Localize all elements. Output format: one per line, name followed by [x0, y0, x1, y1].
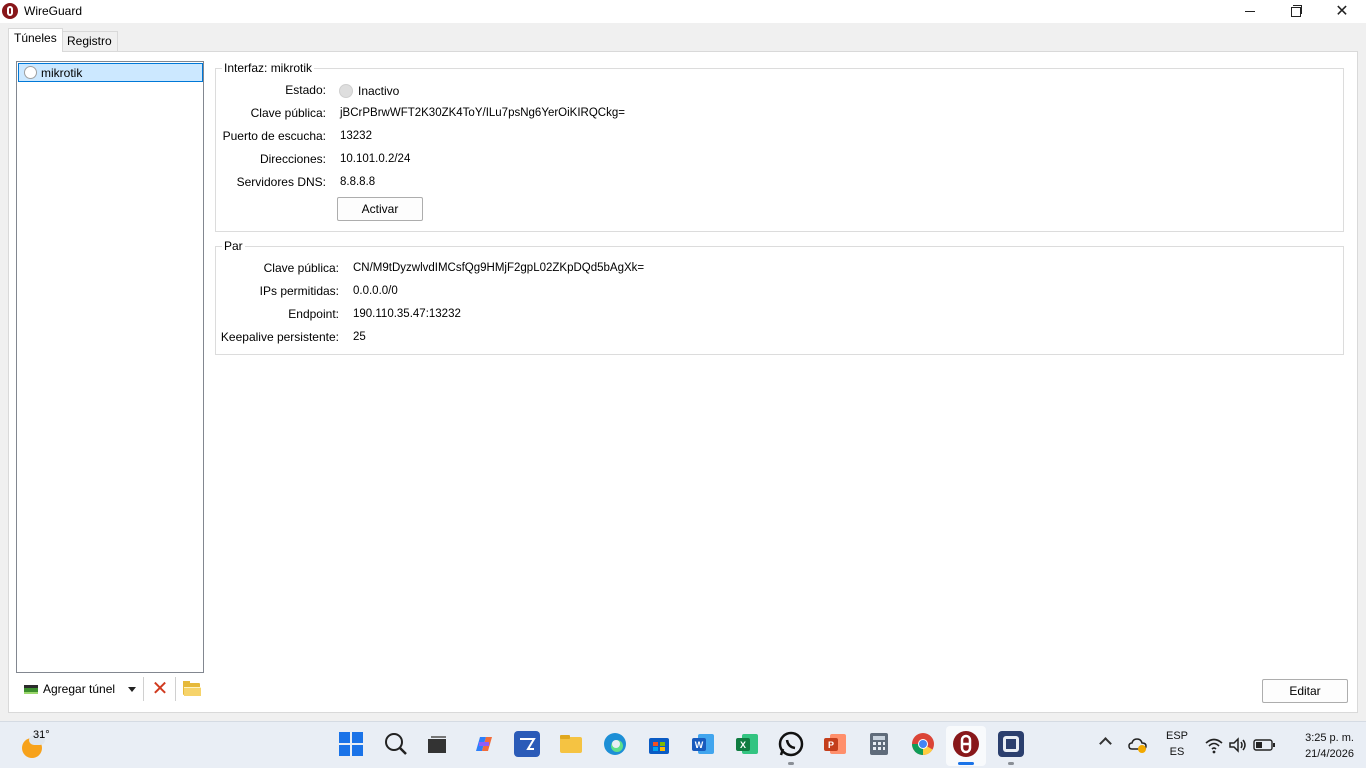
start-icon[interactable]	[338, 731, 364, 757]
chevron-down-icon[interactable]	[128, 687, 136, 692]
tunnel-name: mikrotik	[41, 66, 83, 80]
public-key-value[interactable]: jBCrPBrwWFT2K30ZK4ToY/ILu7psNg6YerOiKIRQ…	[340, 107, 625, 119]
public-key-label: Clave pública:	[250, 106, 326, 120]
endpoint-value[interactable]: 190.110.35.47:13232	[353, 308, 461, 320]
edit-button[interactable]: Editar	[1262, 679, 1348, 703]
keyboard-layout[interactable]: ES	[1160, 746, 1194, 758]
peer-group: Par Clave pública: CN/M9tDyzwlvdIMCsfQg9…	[215, 239, 1344, 355]
toolbar-divider	[175, 677, 176, 701]
add-tunnel-label: Agregar túnel	[43, 682, 116, 696]
wifi-icon[interactable]	[1204, 736, 1224, 754]
clock[interactable]: 3:25 p. m. 21/4/2026	[1284, 730, 1354, 762]
export-tunnels-button[interactable]	[182, 681, 202, 697]
add-tunnel-icon	[24, 685, 38, 694]
svg-text:P: P	[828, 740, 834, 750]
language-indicator[interactable]: ESP	[1160, 730, 1194, 742]
wireguard-icon[interactable]	[953, 731, 979, 757]
clock-date: 21/4/2026	[1305, 748, 1354, 760]
chevron-up-icon[interactable]	[1099, 737, 1112, 750]
peer-public-key-label: Clave pública:	[263, 261, 339, 275]
interface-title: Interfaz: mikrotik	[222, 61, 315, 75]
taskbar: 31° W X P ESP ES 3:25 p. m. 21/4/2026	[0, 721, 1366, 768]
search-icon[interactable]	[383, 731, 409, 757]
peer-public-key-value[interactable]: CN/M9tDyzwlvdIMCsfQg9HMjF2gpL02ZKpDQd5bA…	[353, 262, 644, 274]
microsoft-store-icon[interactable]	[646, 731, 672, 757]
addresses-label: Direcciones:	[259, 152, 326, 166]
tunnel-status-icon	[24, 66, 37, 79]
calculator-icon[interactable]	[866, 731, 892, 757]
winbox-icon[interactable]	[998, 731, 1024, 757]
interface-group: Interfaz: mikrotik Estado: Inactivo Clav…	[215, 61, 1344, 232]
allowed-ips-label: IPs permitidas:	[259, 284, 339, 298]
restore-icon	[1291, 4, 1302, 17]
listen-port-label: Puerto de escucha:	[222, 129, 326, 143]
battery-icon[interactable]	[1253, 738, 1277, 752]
store-app-icon[interactable]	[514, 731, 540, 757]
word-icon[interactable]: W	[690, 731, 716, 757]
title-bar: WireGuard ✕	[0, 0, 1366, 23]
add-tunnel-button[interactable]: Agregar túnel	[18, 678, 140, 700]
task-view-icon[interactable]	[424, 731, 450, 757]
close-button[interactable]: ✕	[1319, 0, 1365, 23]
activate-button[interactable]: Activar	[337, 197, 423, 221]
copilot-icon[interactable]	[470, 731, 496, 757]
peer-title: Par	[222, 239, 245, 253]
edge-icon[interactable]	[602, 731, 628, 757]
status-indicator-icon	[339, 84, 353, 98]
status-label: Estado:	[285, 83, 326, 97]
delete-tunnel-button[interactable]: ✕	[149, 678, 171, 700]
toolbar-divider	[143, 677, 144, 701]
minimize-button[interactable]	[1227, 0, 1273, 23]
addresses-value[interactable]: 10.101.0.2/24	[340, 153, 410, 165]
wireguard-logo-icon	[2, 3, 18, 19]
svg-text:W: W	[695, 740, 704, 750]
clock-time: 3:25 p. m.	[1305, 732, 1354, 744]
restore-button[interactable]	[1273, 0, 1319, 23]
whatsapp-icon[interactable]	[778, 731, 804, 757]
allowed-ips-value[interactable]: 0.0.0.0/0	[353, 285, 398, 297]
delete-icon: ✕	[151, 678, 169, 700]
keepalive-value[interactable]: 25	[353, 331, 366, 343]
dns-label: Servidores DNS:	[236, 175, 326, 189]
tunnel-item-mikrotik[interactable]: mikrotik	[18, 63, 203, 82]
file-explorer-icon[interactable]	[558, 731, 584, 757]
tab-registro[interactable]: Registro	[61, 31, 118, 51]
temperature: 31°	[33, 729, 50, 741]
minimize-icon	[1245, 11, 1255, 12]
cloud-sync-icon[interactable]	[1128, 735, 1148, 755]
keepalive-label: Keepalive persistente:	[220, 330, 339, 344]
tunnel-list[interactable]: mikrotik	[16, 61, 204, 673]
volume-icon[interactable]	[1228, 736, 1248, 754]
powerpoint-icon[interactable]: P	[822, 731, 848, 757]
chrome-icon[interactable]	[910, 731, 936, 757]
svg-text:X: X	[740, 740, 746, 750]
close-icon: ✕	[1335, 2, 1349, 20]
window-title: WireGuard	[24, 4, 83, 18]
status-value: Inactivo	[358, 84, 400, 98]
dns-value[interactable]: 8.8.8.8	[340, 176, 375, 188]
tab-tuneles[interactable]: Túneles	[8, 28, 63, 52]
endpoint-label: Endpoint:	[288, 307, 339, 321]
excel-icon[interactable]: X	[734, 731, 760, 757]
listen-port-value[interactable]: 13232	[340, 130, 372, 142]
